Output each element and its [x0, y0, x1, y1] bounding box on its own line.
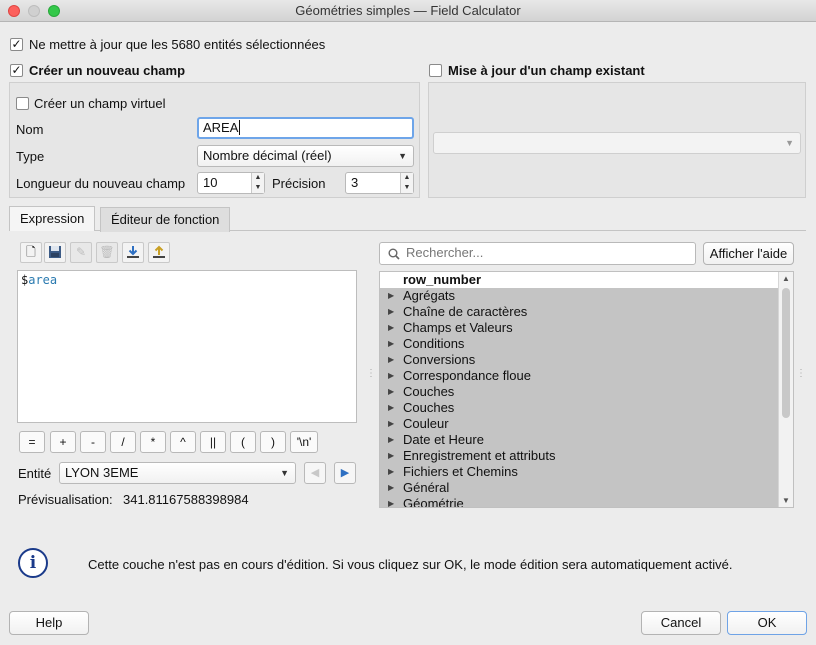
zoom-window-button[interactable] — [48, 5, 60, 17]
chevron-down-icon: ▼ — [280, 468, 289, 478]
expand-triangle-icon[interactable]: ▶ — [388, 352, 394, 368]
info-message: Cette couche n'est pas en cours d'éditio… — [88, 557, 733, 572]
create-field-label: Créer un nouveau champ — [29, 63, 186, 78]
tree-group[interactable]: ▶ Date et Heure — [380, 432, 793, 448]
tree-group[interactable]: ▶ Enregistrement et attributs — [380, 448, 793, 464]
expand-triangle-icon[interactable]: ▶ — [388, 496, 394, 507]
operator-plus-button[interactable]: + — [50, 431, 76, 453]
save-icon[interactable] — [44, 242, 66, 263]
operator-newline-button[interactable]: '\n' — [290, 431, 318, 453]
export-icon[interactable] — [148, 242, 170, 263]
length-label: Longueur du nouveau champ — [16, 176, 186, 191]
virtual-field-checkbox[interactable] — [16, 97, 29, 110]
cancel-button[interactable]: Cancel — [641, 611, 721, 635]
edit-icon: ✎ — [70, 242, 92, 263]
type-label: Type — [16, 149, 45, 164]
expand-triangle-icon[interactable]: ▶ — [388, 432, 394, 448]
tree-group[interactable]: ▶ Conditions — [380, 336, 793, 352]
field-type-select[interactable]: Nombre décimal (réel) ▼ — [197, 145, 414, 167]
tree-scrollbar[interactable]: ▲ ▼ — [778, 272, 793, 507]
tree-group[interactable]: ▶ Champs et Valeurs — [380, 320, 793, 336]
spin-arrows-icon[interactable]: ▲ ▼ — [400, 173, 413, 193]
minimize-window-button[interactable] — [28, 5, 40, 17]
tree-group[interactable]: ▶ Fichiers et Chemins — [380, 464, 793, 480]
update-field-checkbox[interactable] — [429, 64, 442, 77]
tree-group[interactable]: ▶ Correspondance floue — [380, 368, 793, 384]
info-icon: i — [18, 548, 48, 578]
expand-triangle-icon[interactable]: ▶ — [388, 336, 394, 352]
splitter-handle-icon[interactable]: ⋮ — [366, 368, 376, 379]
show-help-button[interactable]: Afficher l'aide — [703, 242, 794, 265]
function-tree[interactable]: row_number ▶ Agrégats ▶ Chaîne de caractèr… — [379, 271, 794, 508]
tree-group[interactable]: ▶ Couleur — [380, 416, 793, 432]
chevron-down-icon: ▼ — [398, 151, 407, 161]
operator-minus-button[interactable]: - — [80, 431, 106, 453]
operator-open-paren-button[interactable]: ( — [230, 431, 256, 453]
update-field-label: Mise à jour d'un champ existant — [448, 63, 645, 78]
tree-group[interactable]: ▶ Couches — [380, 400, 793, 416]
help-button[interactable]: Help — [9, 611, 89, 635]
operator-close-paren-button[interactable]: ) — [260, 431, 286, 453]
expression-editor[interactable]: $area — [17, 270, 357, 423]
expand-triangle-icon[interactable]: ▶ — [388, 416, 394, 432]
ok-button[interactable]: OK — [727, 611, 807, 635]
expand-triangle-icon[interactable]: ▶ — [388, 464, 394, 480]
tree-group[interactable]: ▶ Chaîne de caractères — [380, 304, 793, 320]
spin-arrows-icon[interactable]: ▲ ▼ — [251, 173, 264, 193]
close-window-button[interactable] — [8, 5, 20, 17]
search-icon — [388, 248, 400, 260]
scroll-down-icon[interactable]: ▼ — [782, 496, 790, 505]
entity-label: Entité — [18, 466, 52, 481]
delete-icon: 🗑 — [96, 242, 118, 263]
expand-triangle-icon[interactable]: ▶ — [388, 288, 394, 304]
expand-triangle-icon[interactable]: ▶ — [388, 400, 394, 416]
tree-group[interactable]: ▶ Conversions — [380, 352, 793, 368]
expression-keyword: area — [28, 273, 58, 287]
import-icon[interactable] — [122, 242, 144, 263]
entity-select[interactable]: LYON 3EME ▼ — [59, 462, 296, 484]
scrollbar-thumb[interactable] — [782, 288, 790, 418]
operator-power-button[interactable]: ^ — [170, 431, 196, 453]
expand-triangle-icon[interactable]: ▶ — [388, 368, 394, 384]
tree-row-row-number[interactable]: row_number — [380, 272, 793, 288]
tree-group[interactable]: ▶ Géométrie — [380, 496, 793, 507]
field-name-input[interactable]: AREA — [197, 117, 414, 139]
operator-divide-button[interactable]: / — [110, 431, 136, 453]
existing-field-select[interactable]: ▼ — [433, 132, 801, 154]
expand-triangle-icon[interactable]: ▶ — [388, 384, 394, 400]
tree-group[interactable]: ▶ Général — [380, 480, 793, 496]
tab-expression[interactable]: Expression — [9, 206, 96, 231]
expand-triangle-icon[interactable]: ▶ — [388, 304, 394, 320]
splitter-handle-icon[interactable]: ⋮ — [796, 368, 806, 379]
length-spinbox[interactable]: 10 ▲ ▼ — [197, 172, 265, 194]
chevron-down-icon: ▼ — [785, 138, 794, 148]
name-label: Nom — [16, 122, 44, 137]
tree-group[interactable]: ▶ Couches — [380, 384, 793, 400]
precision-spinbox[interactable]: 3 ▲ ▼ — [345, 172, 414, 194]
title-bar: Géométries simples — Field Calculator — [0, 0, 816, 22]
virtual-field-label: Créer un champ virtuel — [34, 96, 166, 111]
function-search-input[interactable]: Rechercher... — [379, 242, 696, 265]
create-field-checkbox[interactable]: ✓ — [10, 64, 23, 77]
only-selected-label: Ne mettre à jour que les 5680 entités sé… — [29, 37, 326, 52]
new-file-icon[interactable]: 🗋 — [20, 242, 42, 263]
operator-concat-button[interactable]: || — [200, 431, 226, 453]
tab-function-editor[interactable]: Éditeur de fonction — [100, 207, 231, 232]
next-entity-icon[interactable]: ▶ — [334, 462, 356, 484]
expand-triangle-icon[interactable]: ▶ — [388, 480, 394, 496]
expand-triangle-icon[interactable]: ▶ — [388, 320, 394, 336]
preview-label: Prévisualisation: — [18, 492, 113, 507]
window-title: Géométries simples — Field Calculator — [295, 3, 521, 18]
scroll-up-icon[interactable]: ▲ — [782, 274, 790, 283]
only-selected-checkbox[interactable]: ✓ — [10, 38, 23, 51]
tree-group[interactable]: ▶ Agrégats — [380, 288, 793, 304]
operator-multiply-button[interactable]: * — [140, 431, 166, 453]
expand-triangle-icon[interactable]: ▶ — [388, 448, 394, 464]
previous-entity-icon[interactable]: ◀ — [304, 462, 326, 484]
operator-equals-button[interactable]: = — [19, 431, 45, 453]
preview-value: 341.81167588398984 — [123, 492, 249, 507]
precision-label: Précision — [272, 176, 326, 191]
